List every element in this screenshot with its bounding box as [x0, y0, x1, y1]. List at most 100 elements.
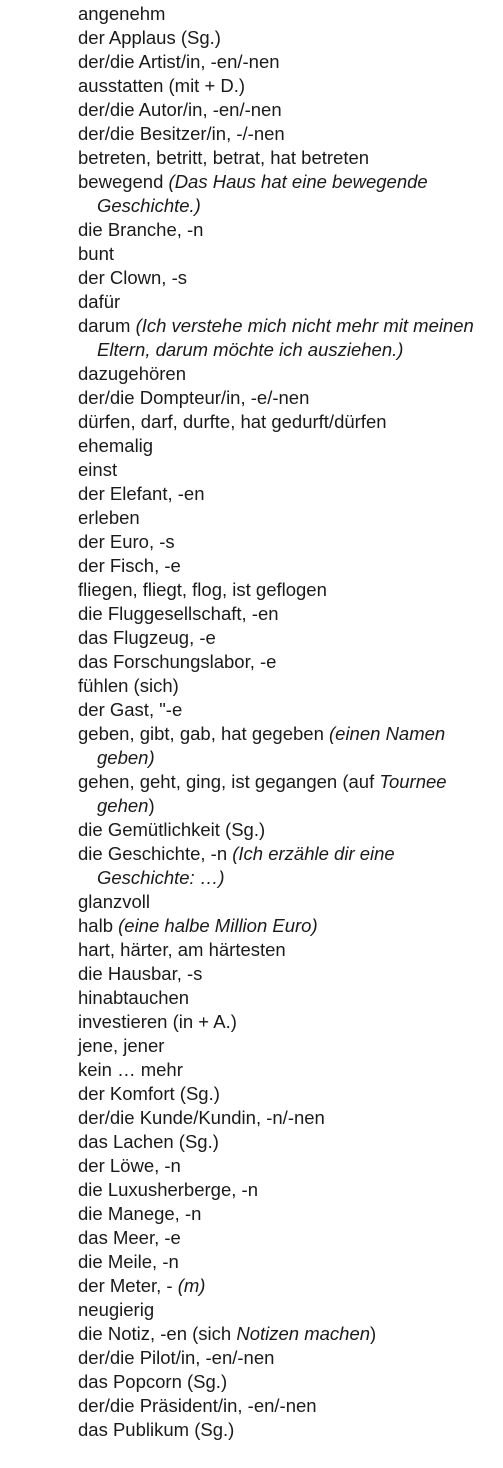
vocab-entry: der/die Besitzer/in, -/-nen — [78, 122, 493, 146]
vocab-entry: das Popcorn (Sg.) — [78, 1370, 493, 1394]
vocab-term: die Luxusherberge, -n — [78, 1179, 258, 1200]
vocab-term: halb — [78, 915, 119, 936]
vocab-entry: die Hausbar, -s — [78, 962, 493, 986]
vocab-entry: der Löwe, -n — [78, 1154, 493, 1178]
vocab-entry: der/die Pilot/in, -en/-nen — [78, 1346, 493, 1370]
vocab-entry: fühlen (sich) — [78, 674, 493, 698]
vocab-entry: das Publikum (Sg.) — [78, 1418, 493, 1442]
vocab-entry: die Branche, -n — [78, 218, 493, 242]
vocab-entry: der Gast, "-e — [78, 698, 493, 722]
vocab-example: Notizen machen — [236, 1323, 371, 1344]
vocab-entry: hinabtauchen — [78, 986, 493, 1010]
vocab-entry: erleben — [78, 506, 493, 530]
vocab-term: dürfen, darf, durfte, hat gedurft/dürfen — [78, 411, 387, 432]
vocab-term: das Popcorn (Sg.) — [78, 1371, 228, 1392]
vocab-term: dafür — [78, 291, 121, 312]
vocab-term: der Applaus (Sg.) — [78, 27, 221, 48]
vocab-entry: halb (eine halbe Million Euro) — [78, 914, 493, 938]
vocab-term: der Meter, - — [78, 1275, 178, 1296]
vocab-entry: glanzvoll — [78, 890, 493, 914]
vocab-term: die Meile, -n — [78, 1251, 179, 1272]
vocab-term: ehemalig — [78, 435, 154, 456]
vocab-entry: dazugehören — [78, 362, 493, 386]
vocab-term: dazugehören — [78, 363, 187, 384]
vocab-term: fliegen, fliegt, flog, ist geflogen — [78, 579, 327, 600]
vocab-example: (Ich verstehe mich nicht mehr mit meinen… — [97, 315, 474, 360]
vocab-term: die Notiz, -en (sich — [78, 1323, 237, 1344]
vocab-term: der/die Besitzer/in, -/-nen — [78, 123, 285, 144]
vocab-term: der Clown, -s — [78, 267, 187, 288]
vocab-entry: bewegend (Das Haus hat eine bewegende Ge… — [78, 170, 493, 218]
vocab-term: neugierig — [78, 1299, 155, 1320]
vocab-term: bunt — [78, 243, 115, 264]
vocab-term: der Komfort (Sg.) — [78, 1083, 220, 1104]
vocab-entry: kein … mehr — [78, 1058, 493, 1082]
vocab-entry: darum (Ich verstehe mich nicht mehr mit … — [78, 314, 493, 362]
vocab-term: der/die Artist/in, -en/-nen — [78, 51, 280, 72]
vocab-entry: hart, härter, am härtesten — [78, 938, 493, 962]
vocab-term: das Publikum (Sg.) — [78, 1419, 235, 1440]
vocab-term: der Euro, -s — [78, 531, 175, 552]
vocab-entry: die Meile, -n — [78, 1250, 493, 1274]
vocab-entry: bunt — [78, 242, 493, 266]
vocab-term: der Fisch, -e — [78, 555, 181, 576]
vocab-term: der Elefant, -en — [78, 483, 205, 504]
vocab-term: gehen, geht, ging, ist gegangen (auf — [78, 771, 380, 792]
vocab-entry: neugierig — [78, 1298, 493, 1322]
vocab-term: der/die Autor/in, -en/-nen — [78, 99, 282, 120]
vocab-entry: der Meter, - (m) — [78, 1274, 493, 1298]
vocab-entry: das Lachen (Sg.) — [78, 1130, 493, 1154]
vocab-term: bewegend — [78, 171, 169, 192]
vocab-term: der/die Dompteur/in, -e/-nen — [78, 387, 310, 408]
vocab-entry: der Fisch, -e — [78, 554, 493, 578]
vocab-entry: jene, jener — [78, 1034, 493, 1058]
vocab-entry: geben, gibt, gab, hat gegeben (einen Nam… — [78, 722, 493, 770]
vocab-term: das Forschungslabor, -e — [78, 651, 277, 672]
vocab-entry: die Manege, -n — [78, 1202, 493, 1226]
vocab-term: die Gemütlichkeit (Sg.) — [78, 819, 266, 840]
vocab-entry: investieren (in + A.) — [78, 1010, 493, 1034]
vocab-suffix: ) — [148, 795, 155, 816]
vocab-term: investieren (in + A.) — [78, 1011, 237, 1032]
vocab-term: der/die Präsident/in, -en/-nen — [78, 1395, 317, 1416]
vocab-term: hart, härter, am härtesten — [78, 939, 286, 960]
vocab-suffix: ) — [370, 1323, 377, 1344]
vocab-term: die Fluggesellschaft, -en — [78, 603, 279, 624]
vocab-term: das Meer, -e — [78, 1227, 181, 1248]
vocab-term: die Hausbar, -s — [78, 963, 203, 984]
vocab-term: erleben — [78, 507, 140, 528]
vocab-term: glanzvoll — [78, 891, 150, 912]
vocab-entry: ausstatten (mit + D.) — [78, 74, 493, 98]
vocab-term: einst — [78, 459, 118, 480]
vocab-term: ausstatten (mit + D.) — [78, 75, 246, 96]
vocab-entry: der Applaus (Sg.) — [78, 26, 493, 50]
vocab-entry: der/die Autor/in, -en/-nen — [78, 98, 493, 122]
vocab-entry: der/die Dompteur/in, -e/-nen — [78, 386, 493, 410]
vocab-entry: fliegen, fliegt, flog, ist geflogen — [78, 578, 493, 602]
vocab-entry: gehen, geht, ging, ist gegangen (auf Tou… — [78, 770, 493, 818]
vocab-entry: das Forschungslabor, -e — [78, 650, 493, 674]
vocabulary-list: angenehm der Applaus (Sg.) der/die Artist/… — [78, 2, 493, 1442]
vocab-term: darum — [78, 315, 136, 336]
vocab-example: (m) — [177, 1275, 206, 1296]
vocab-term: die Branche, -n — [78, 219, 204, 240]
vocab-term: fühlen (sich) — [78, 675, 179, 696]
vocab-term: angenehm — [78, 3, 166, 24]
vocab-entry: die Geschichte, -n (Ich erzähle dir eine… — [78, 842, 493, 890]
vocab-term: das Flugzeug, -e — [78, 627, 216, 648]
vocab-entry: der Komfort (Sg.) — [78, 1082, 493, 1106]
vocab-entry: ehemalig — [78, 434, 493, 458]
vocab-term: geben, gibt, gab, hat gegeben — [78, 723, 329, 744]
vocab-term: der Gast, "-e — [78, 699, 183, 720]
vocab-entry: angenehm — [78, 2, 493, 26]
vocab-entry: einst — [78, 458, 493, 482]
vocab-example: (eine halbe Million Euro) — [118, 915, 318, 936]
vocab-term: die Geschichte, -n — [78, 843, 233, 864]
vocab-entry: der/die Kunde/Kundin, -n/-nen — [78, 1106, 493, 1130]
vocab-term: hinabtauchen — [78, 987, 190, 1008]
vocab-term: der/die Pilot/in, -en/-nen — [78, 1347, 275, 1368]
vocab-entry: die Fluggesellschaft, -en — [78, 602, 493, 626]
vocab-entry: betreten, betritt, betrat, hat betreten — [78, 146, 493, 170]
vocab-entry: der Euro, -s — [78, 530, 493, 554]
vocab-term: jene, jener — [78, 1035, 165, 1056]
